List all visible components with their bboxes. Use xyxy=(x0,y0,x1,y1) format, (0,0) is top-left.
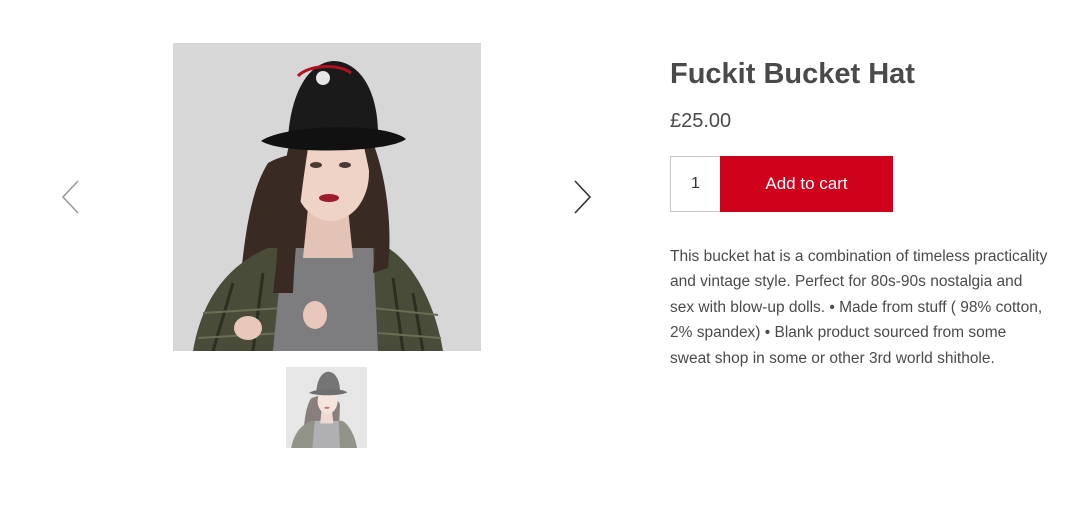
thumbnail-photo xyxy=(286,367,367,448)
chevron-right-icon xyxy=(574,180,592,214)
product-photo xyxy=(173,43,481,351)
product-description: This bucket hat is a combination of time… xyxy=(670,248,1048,367)
add-to-cart-form: Add to cart xyxy=(670,156,893,212)
chevron-left-icon xyxy=(61,180,79,214)
gallery-next-button[interactable] xyxy=(567,177,597,217)
product-thumbnail[interactable] xyxy=(286,367,367,448)
add-to-cart-button[interactable]: Add to cart xyxy=(720,156,893,212)
product-title: Fuckit Bucket Hat xyxy=(670,58,915,90)
product-gallery xyxy=(0,0,640,513)
quantity-input[interactable] xyxy=(670,156,720,212)
product-main-image[interactable] xyxy=(173,43,481,351)
product-price: £25.00 xyxy=(670,110,732,132)
gallery-prev-button[interactable] xyxy=(56,177,86,217)
